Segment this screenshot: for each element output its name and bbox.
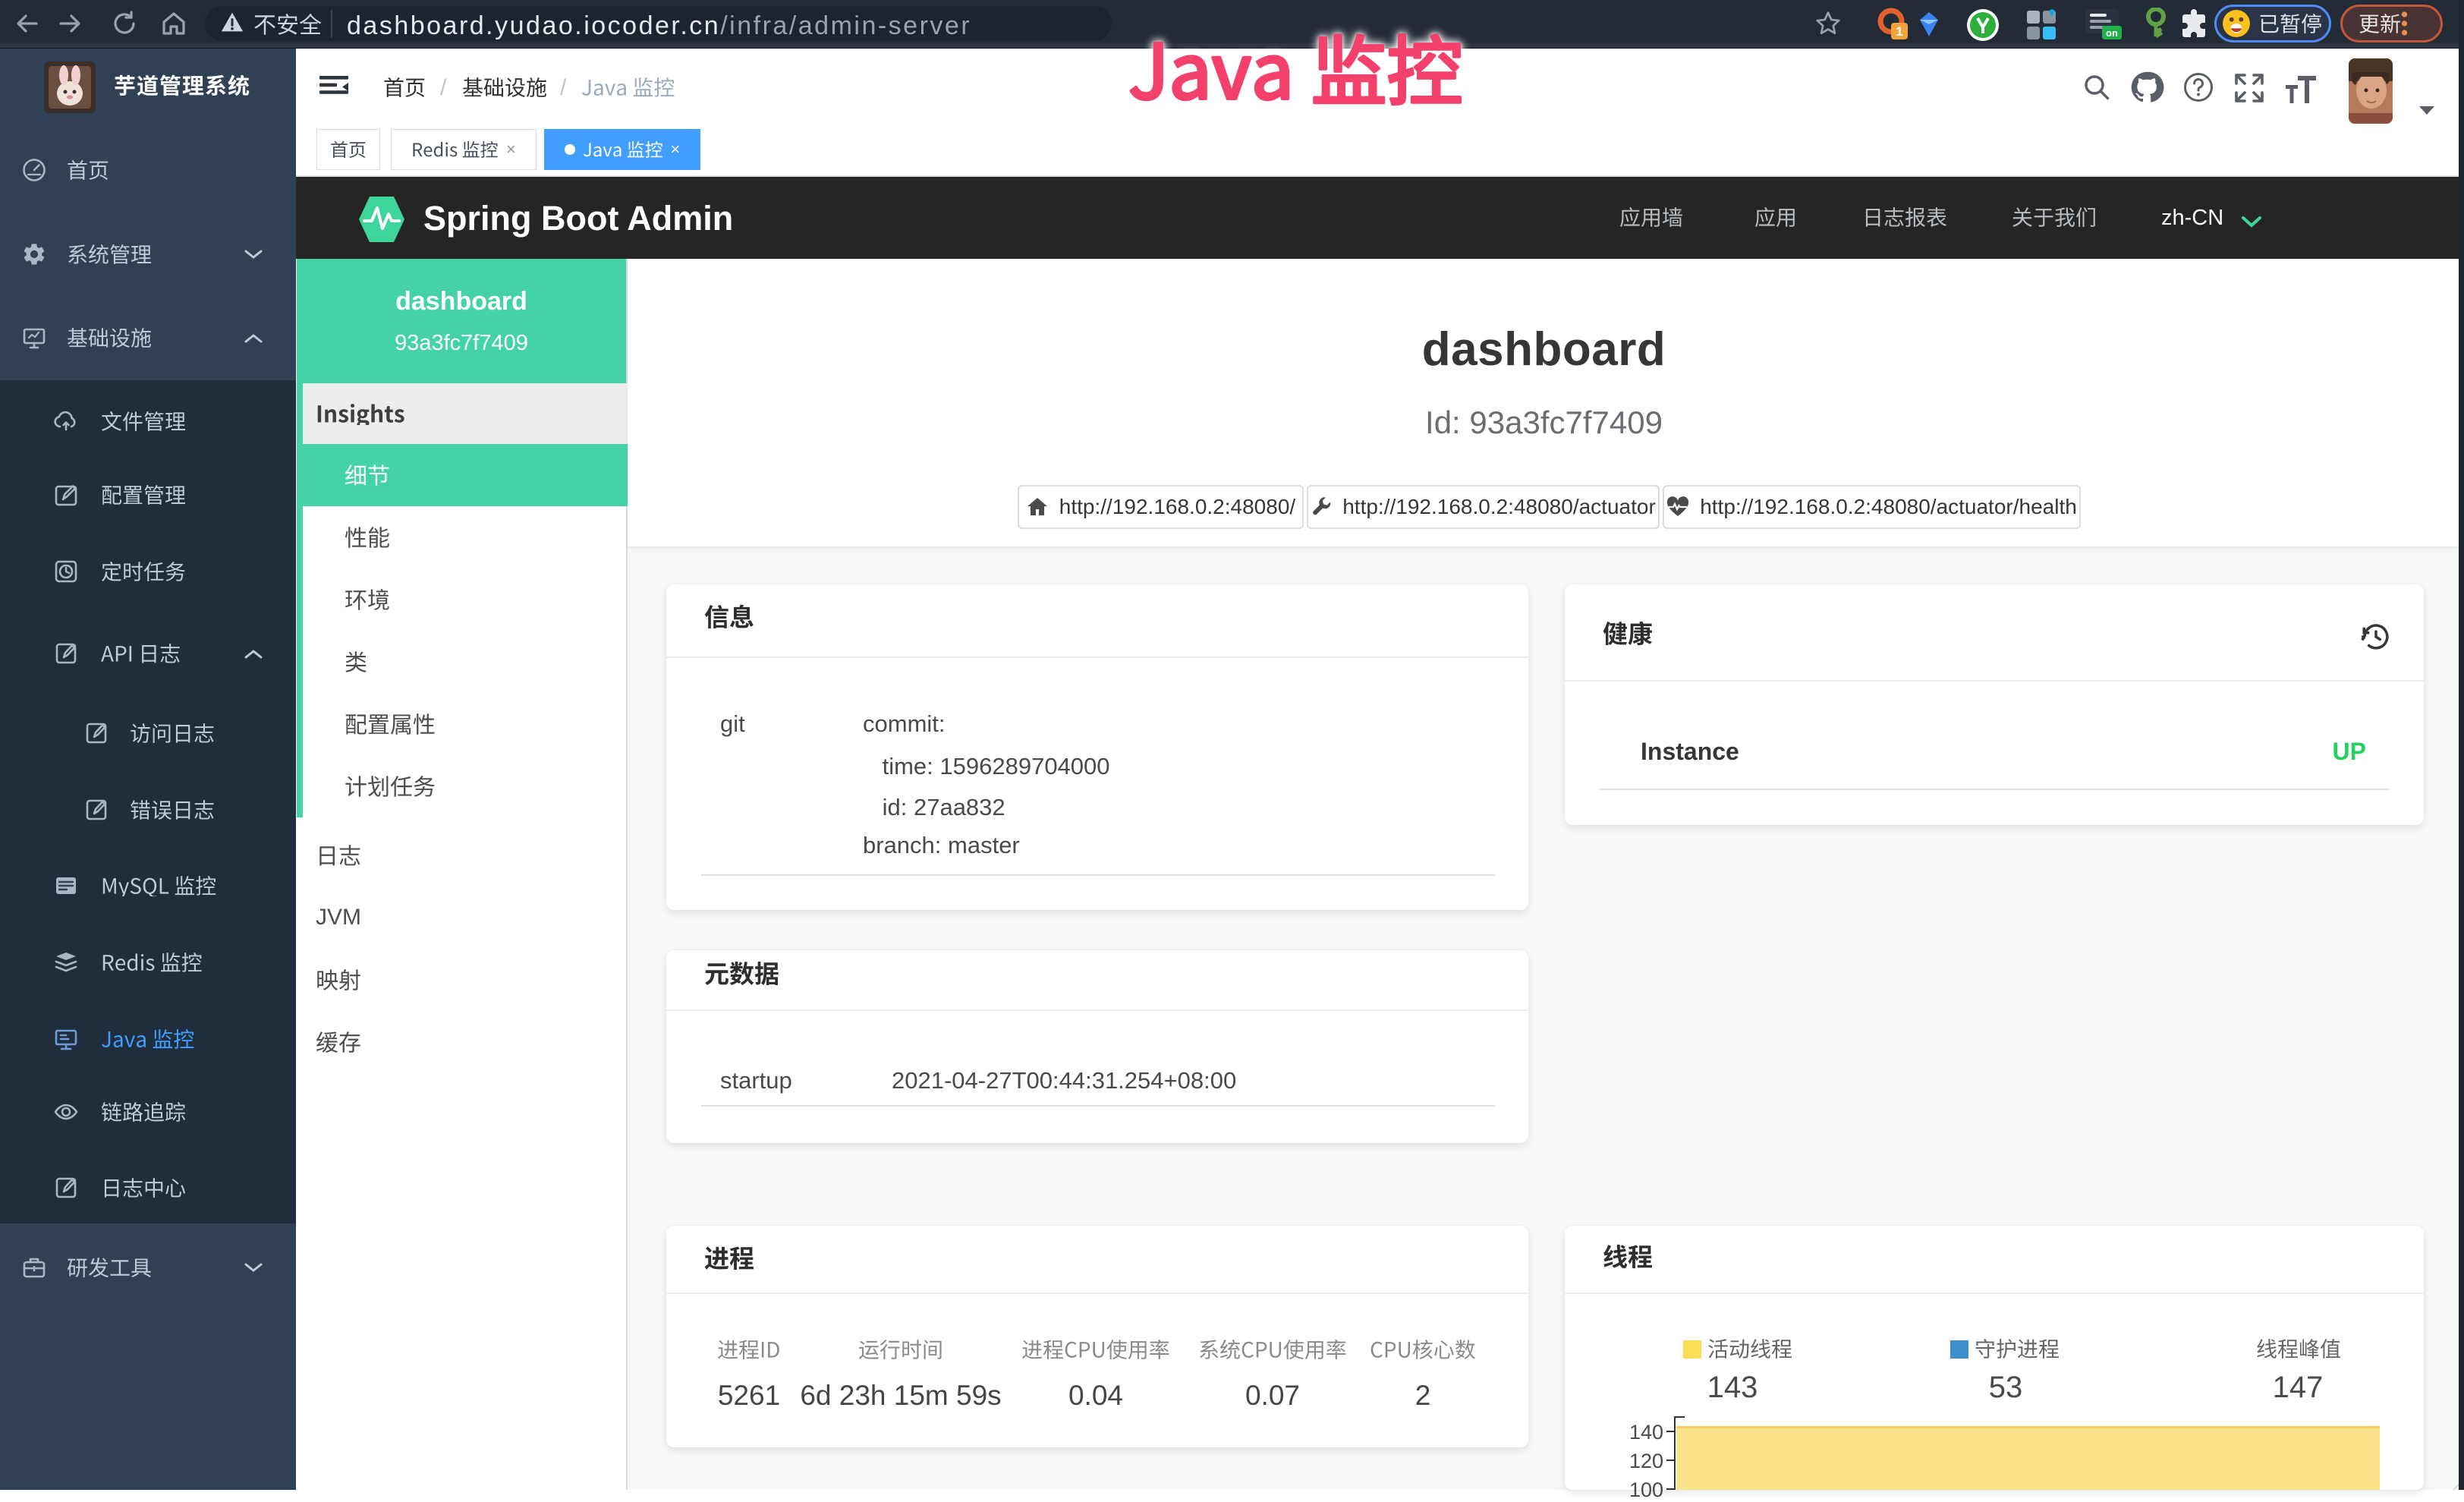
svg-text:on: on: [2106, 27, 2118, 39]
svg-text:1: 1: [1896, 24, 1902, 39]
